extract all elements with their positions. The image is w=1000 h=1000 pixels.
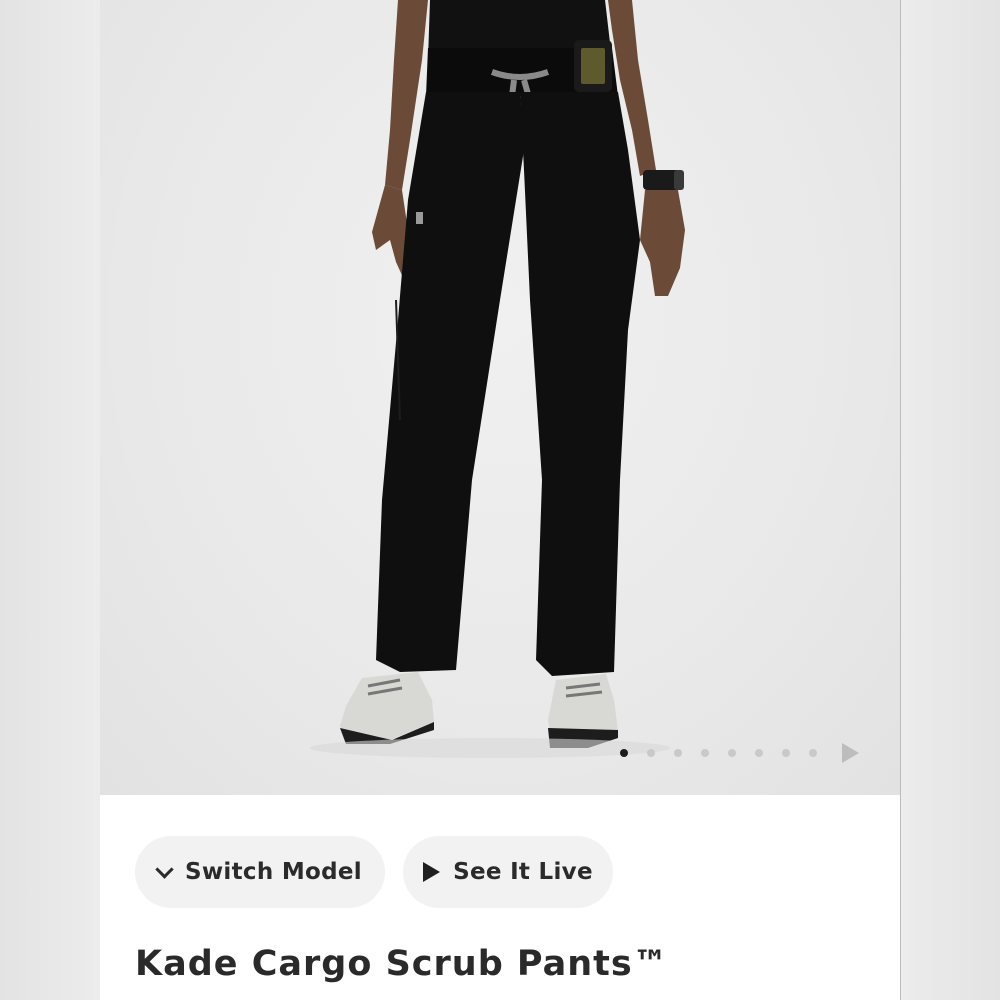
product-card: Switch Model See It Live Kade Cargo Scru…	[100, 0, 900, 1000]
carousel-dot-1[interactable]	[620, 749, 628, 757]
card-edge-divider	[900, 0, 901, 1000]
model-wearing-pants-illustration	[310, 0, 685, 758]
product-image[interactable]	[100, 0, 900, 795]
play-icon	[423, 862, 441, 882]
see-it-live-button[interactable]: See It Live	[403, 836, 613, 908]
product-title: Kade Cargo Scrub Pants™	[135, 944, 669, 984]
carousel-dot-4[interactable]	[701, 749, 709, 757]
carousel-dots	[620, 743, 859, 763]
carousel-dot-3[interactable]	[674, 749, 682, 757]
switch-model-label: Switch Model	[185, 859, 362, 885]
carousel-dot-6[interactable]	[755, 749, 763, 757]
carousel-dot-7[interactable]	[782, 749, 790, 757]
carousel-dot-2[interactable]	[647, 749, 655, 757]
page: Switch Model See It Live Kade Cargo Scru…	[0, 0, 1000, 1000]
carousel-dot-8[interactable]	[809, 749, 817, 757]
see-it-live-label: See It Live	[453, 859, 593, 885]
switch-model-button[interactable]: Switch Model	[135, 836, 385, 908]
carousel-dot-5[interactable]	[728, 749, 736, 757]
carousel-next-arrow-icon[interactable]	[842, 743, 859, 763]
chevron-down-icon	[155, 859, 174, 879]
